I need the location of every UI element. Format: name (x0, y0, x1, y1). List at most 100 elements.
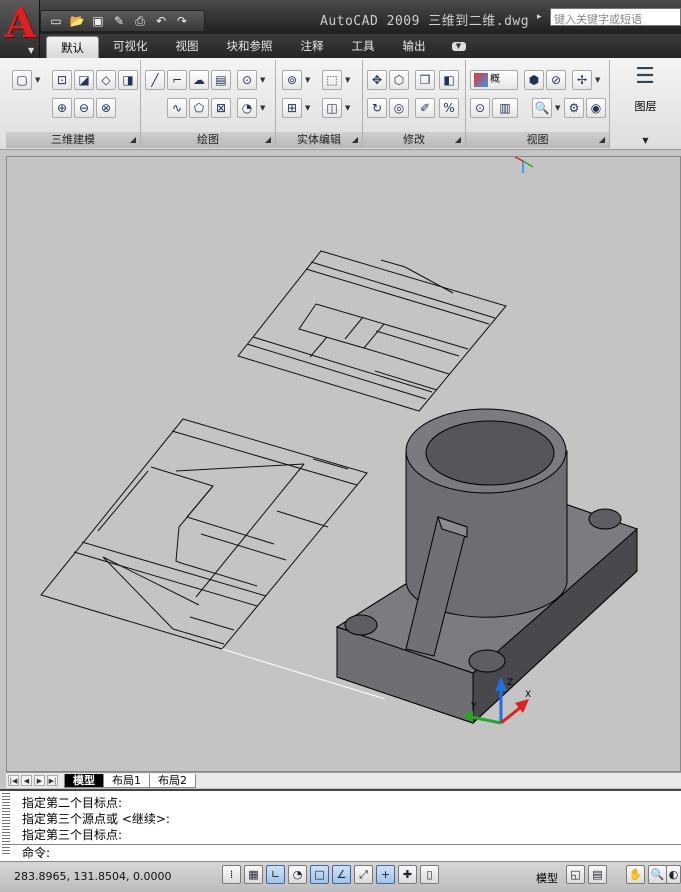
zoom-window-icon[interactable]: ⊙ (470, 98, 490, 118)
save-icon[interactable]: ▣ (89, 13, 107, 29)
chevron-down-icon[interactable]: ▼ (345, 104, 350, 112)
chevron-down-icon[interactable]: ▼ (555, 104, 560, 112)
erase-icon[interactable]: ✐ (415, 98, 435, 118)
ducs-icon[interactable]: ⤢ (354, 865, 373, 884)
quick-view-icon[interactable]: ▤ (588, 865, 607, 884)
zoom-icon[interactable]: 🔍 (532, 98, 552, 118)
revcloud-icon[interactable]: ☁ (189, 70, 209, 90)
lineweight-icon[interactable]: ✚ (398, 865, 417, 884)
visual-style-dropdown[interactable]: 概 (470, 70, 518, 90)
union-solid-icon[interactable]: ⊚ (282, 70, 302, 90)
drag-handle[interactable] (2, 793, 10, 855)
panel-title[interactable]: 实体编辑 ◢ (276, 132, 362, 148)
layout-view-icon[interactable]: ◱ (566, 865, 585, 884)
tab-layout2[interactable]: 布局2 (149, 773, 196, 788)
tab-view[interactable]: 视图 (162, 35, 213, 57)
osnap-icon[interactable]: □ (310, 865, 329, 884)
union-icon[interactable]: ⊕ (52, 98, 72, 118)
camera-icon[interactable]: ◉ (586, 98, 606, 118)
tab-model[interactable]: 模型 (64, 773, 104, 788)
search-input[interactable]: 键入关键字或短语 (550, 8, 681, 26)
circle-icon[interactable]: ⊙ (237, 70, 257, 90)
copy-icon[interactable]: ❐ (415, 70, 435, 90)
model-space-label[interactable]: 模型 (536, 870, 558, 886)
polygon-icon[interactable]: ⬠ (189, 98, 209, 118)
ribbon-minimize-button[interactable]: ▼ (451, 41, 466, 51)
chevron-down-icon[interactable]: ▼ (305, 104, 310, 112)
last-tab-icon[interactable]: ▶| (47, 775, 58, 786)
panel-title[interactable]: 三维建模 ◢ (6, 132, 140, 148)
sweep-icon[interactable]: ◇ (96, 70, 116, 90)
application-menu-button[interactable]: A ▼ (0, 0, 40, 58)
panel-layers[interactable]: ☰ 图层 ▼ (612, 60, 679, 148)
chevron-down-icon[interactable]: ▼ (345, 76, 350, 84)
otrack-icon[interactable]: ∠ (332, 865, 351, 884)
rotate-icon[interactable]: ↻ (367, 98, 387, 118)
arc-icon[interactable]: ◔ (237, 98, 257, 118)
pan-icon[interactable]: ✋ (626, 865, 645, 884)
new-icon[interactable]: ▭ (47, 13, 65, 29)
zoom-icon[interactable]: 🔍 (648, 865, 667, 884)
tab-blocks[interactable]: 块和参照 (213, 35, 287, 57)
loft-icon[interactable]: ◨ (118, 70, 138, 90)
chevron-down-icon[interactable]: ▼ (260, 104, 265, 112)
snap-icon[interactable]: ⁞ (222, 865, 241, 884)
panel-title[interactable]: 视图 ◢ (466, 132, 609, 148)
tab-output[interactable]: 输出 (389, 35, 440, 57)
view-cube-icon[interactable]: ⬢ (524, 70, 544, 90)
3d-solid-part[interactable] (335, 408, 638, 725)
drawing-viewport[interactable]: Y Z X (6, 156, 681, 772)
tab-default[interactable]: 默认 (46, 36, 99, 58)
command-input[interactable]: 命令: (10, 844, 681, 862)
quick-properties-icon[interactable]: ▯ (420, 865, 439, 884)
tab-visualize[interactable]: 可视化 (99, 35, 162, 57)
box-icon[interactable]: ▢ (12, 70, 32, 90)
dyn-icon[interactable]: + (376, 865, 395, 884)
hatch-icon[interactable]: ▤ (211, 70, 231, 90)
chevron-down-icon[interactable]: ▼ (305, 76, 310, 84)
tab-tools[interactable]: 工具 (338, 35, 389, 57)
polyline-icon[interactable]: ⌐ (167, 70, 187, 90)
chevron-down-icon[interactable]: ▼ (595, 76, 600, 84)
tab-annotate[interactable]: 注释 (287, 35, 338, 57)
next-tab-icon[interactable]: ▶ (34, 775, 45, 786)
first-tab-icon[interactable]: |◀ (8, 775, 19, 786)
chevron-down-icon[interactable]: ▼ (35, 76, 40, 84)
panel-title[interactable]: 绘图 ◢ (141, 132, 275, 148)
3d-rotate-icon[interactable]: ◎ (389, 98, 409, 118)
redo-icon[interactable]: ↷ (173, 13, 191, 29)
steering-wheel-icon[interactable]: ◐ (666, 865, 681, 884)
spline-icon[interactable]: ∿ (167, 98, 187, 118)
edit-icon[interactable]: ✎ (110, 13, 128, 29)
tab-layout1[interactable]: 布局1 (103, 773, 150, 788)
presspull-icon[interactable]: ◪ (74, 70, 94, 90)
extrude-face-icon[interactable]: ⬚ (322, 70, 342, 90)
viewport-config-icon[interactable]: ▥ (492, 98, 518, 118)
ortho-icon[interactable]: ∟ (266, 865, 285, 884)
subtract-icon[interactable]: ⊖ (74, 98, 94, 118)
polar-icon[interactable]: ◔ (288, 865, 307, 884)
undo-icon[interactable]: ↶ (152, 13, 170, 29)
prev-tab-icon[interactable]: ◀ (21, 775, 32, 786)
chevron-right-icon[interactable]: ▸ (537, 12, 542, 22)
line-icon[interactable]: ╱ (145, 70, 165, 90)
print-icon[interactable]: ⎙ (131, 13, 149, 29)
open-icon[interactable]: 📂 (68, 13, 86, 29)
scale-icon[interactable]: % (439, 98, 459, 118)
separate-icon[interactable]: ◫ (322, 98, 342, 118)
orbit-icon[interactable]: ⊘ (546, 70, 566, 90)
mirror-icon[interactable]: ◧ (439, 70, 459, 90)
grid-icon[interactable]: ▦ (244, 865, 263, 884)
layers-expand[interactable]: ▼ (612, 132, 679, 148)
steering-wheel-icon[interactable]: ⚙ (564, 98, 584, 118)
rectangle-icon[interactable]: ⊠ (211, 98, 231, 118)
intersect-icon[interactable]: ⊗ (96, 98, 116, 118)
drawing-canvas[interactable]: Y Z X (7, 157, 681, 773)
imprint-icon[interactable]: ⊞ (282, 98, 302, 118)
move-icon[interactable]: ✥ (367, 70, 387, 90)
chevron-down-icon[interactable]: ▼ (260, 76, 265, 84)
coordinate-readout[interactable]: 283.8965, 131.8504, 0.0000 (14, 870, 171, 883)
extrude-icon[interactable]: ⊡ (52, 70, 72, 90)
navigation-icon[interactable]: ✢ (572, 70, 592, 90)
3d-move-icon[interactable]: ⬡ (389, 70, 409, 90)
